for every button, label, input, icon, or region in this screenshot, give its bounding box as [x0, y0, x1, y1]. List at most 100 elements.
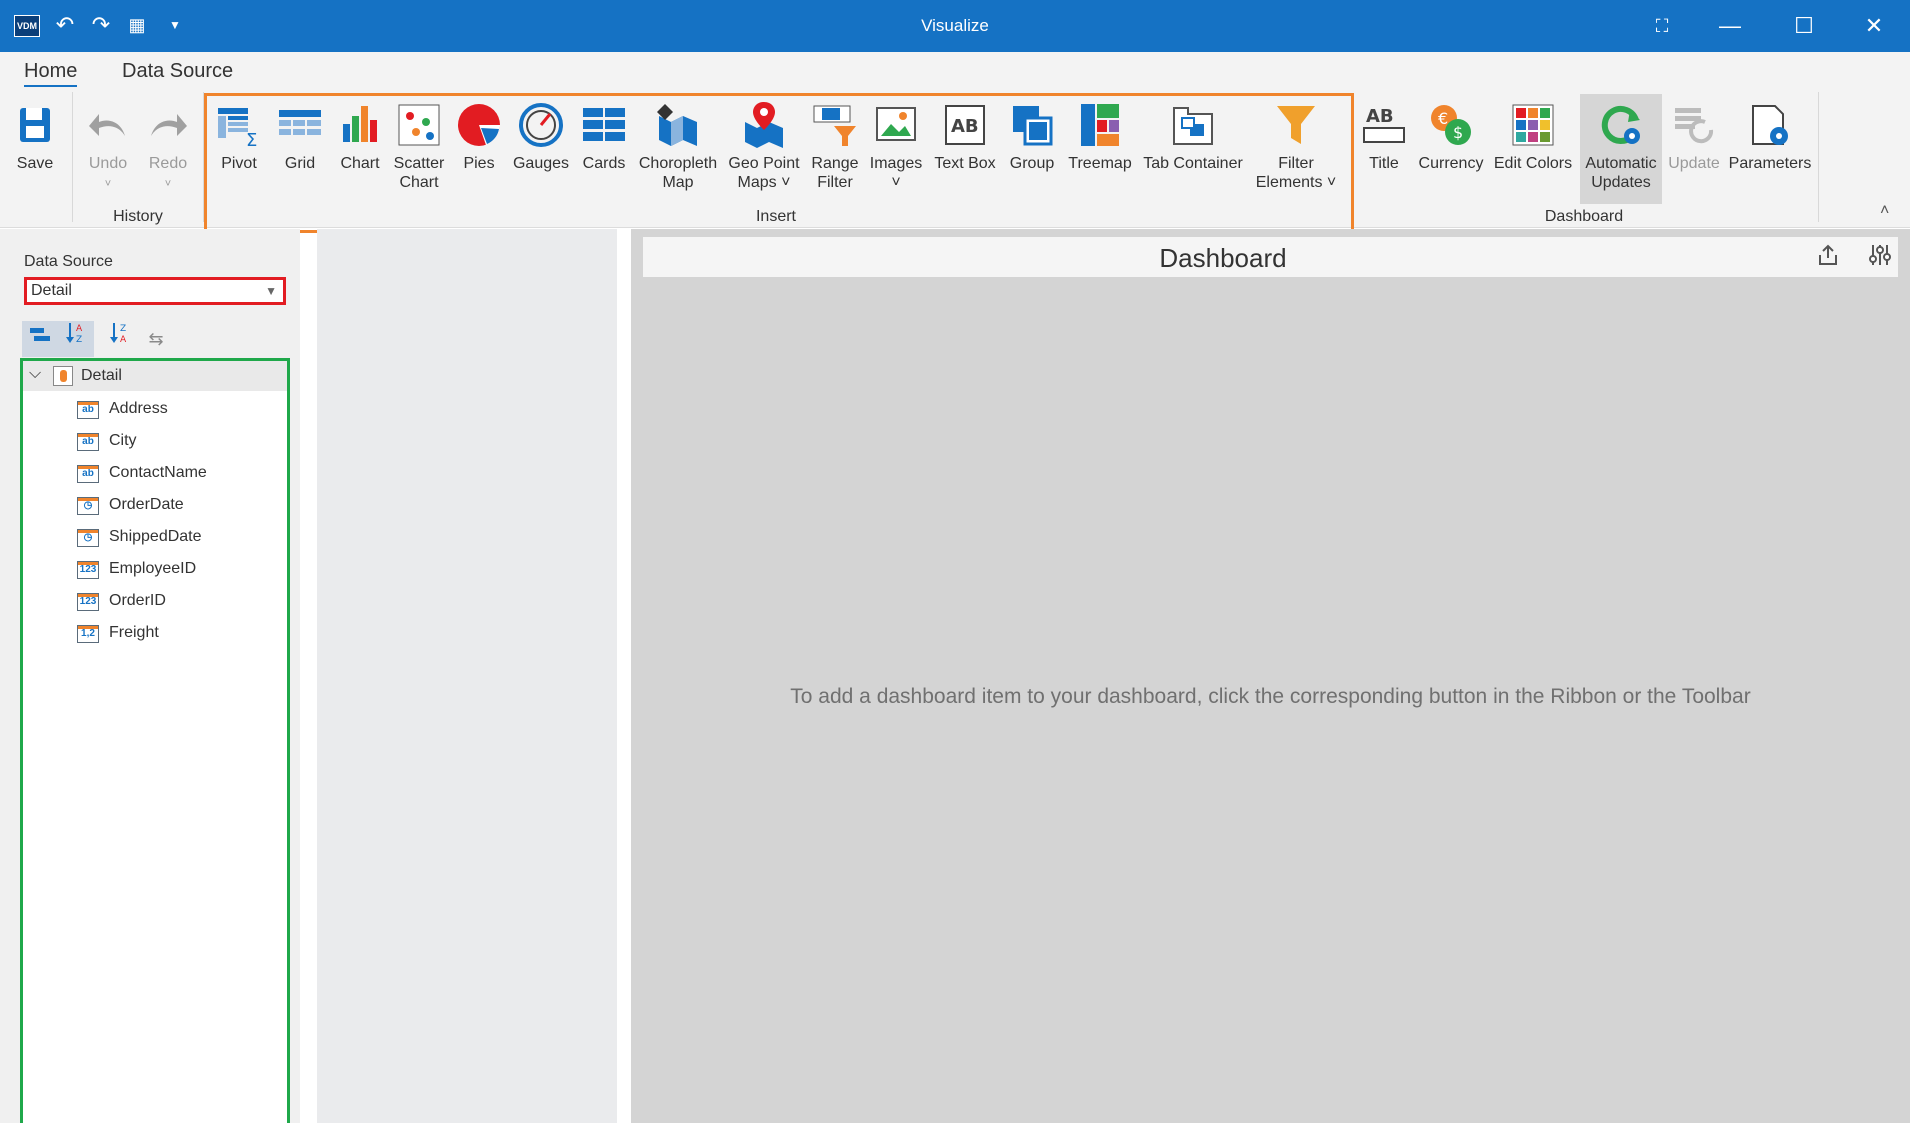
close-button[interactable]: ✕: [1854, 10, 1894, 42]
group-label-dashboard: Dashboard: [1544, 208, 1624, 225]
redo-button[interactable]: Redo ˅: [142, 102, 194, 194]
image-icon: [873, 102, 919, 148]
tree-root-detail[interactable]: ⌵ Detail: [23, 361, 287, 391]
parameters-button[interactable]: Parameters: [1728, 102, 1812, 173]
export-icon[interactable]: [1813, 243, 1843, 273]
pivot-icon: Σ: [216, 102, 262, 151]
save-button[interactable]: Save: [12, 102, 58, 173]
insert-chart-button[interactable]: Chart: [336, 102, 384, 173]
svg-text:Z: Z: [120, 324, 126, 334]
date-field-icon: ◷: [77, 529, 99, 547]
text-field-icon: ab: [77, 433, 99, 451]
color-palette-icon: [1510, 102, 1556, 148]
swap-icon[interactable]: ⇆: [138, 321, 174, 357]
currency-icon: € $: [1428, 102, 1474, 148]
date-field-icon: ◷: [77, 497, 99, 515]
integer-field-icon: 123: [77, 593, 99, 611]
undo-button[interactable]: Undo ˅: [82, 102, 134, 194]
update-button[interactable]: Update: [1666, 102, 1722, 173]
bar-chart-icon: [337, 102, 383, 148]
field-item[interactable]: 123 OrderID: [77, 590, 277, 616]
title-bar: VDM ↶ ↷ ▦ ▼ Visualize ⛶ — ☐ ✕: [0, 0, 1910, 52]
insert-cards-button[interactable]: Cards: [578, 102, 630, 173]
integer-field-icon: 123: [77, 561, 99, 579]
tab-container-icon: [1170, 102, 1216, 148]
group-label-insert: Insert: [755, 208, 796, 225]
insert-gauges-button[interactable]: Gauges: [512, 102, 570, 173]
data-source-icon: [53, 366, 73, 386]
insert-scatter-chart-button[interactable]: Scatter Chart: [392, 102, 446, 192]
insert-pies-button[interactable]: Pies: [454, 102, 504, 173]
title-button[interactable]: AB Title: [1360, 102, 1408, 173]
range-filter-icon: [812, 102, 858, 148]
group-icon: [1009, 102, 1055, 148]
chevron-down-icon[interactable]: ⌵: [29, 365, 41, 383]
data-source-select[interactable]: Detail ▼: [24, 277, 286, 305]
choropleth-map-icon: [655, 102, 701, 148]
grid-icon: [277, 102, 323, 148]
dashboard-title[interactable]: Dashboard: [643, 243, 1803, 274]
insert-choropleth-map-button[interactable]: Choropleth Map: [638, 102, 718, 192]
parameters-icon: [1747, 102, 1793, 148]
automatic-updates-icon: [1598, 102, 1644, 148]
field-item[interactable]: ◷ OrderDate: [77, 494, 277, 520]
title-icon: AB: [1361, 102, 1407, 148]
collapse-ribbon-icon[interactable]: ˄: [1880, 202, 1889, 220]
window-title: Visualize: [921, 16, 989, 35]
insert-group-button[interactable]: Group: [1006, 102, 1058, 173]
group-label-history: History: [113, 208, 163, 225]
insert-range-filter-button[interactable]: Range Filter: [808, 102, 862, 192]
svg-text:$: $: [1453, 123, 1463, 142]
pie-chart-icon: [456, 102, 502, 148]
field-item[interactable]: ab Address: [77, 398, 277, 424]
tab-data-source[interactable]: Data Source: [122, 60, 233, 83]
sort-z-a-icon[interactable]: ZA: [102, 321, 138, 357]
field-item[interactable]: ◷ ShippedDate: [77, 526, 277, 552]
scatter-chart-icon: [396, 102, 442, 148]
text-field-icon: ab: [77, 401, 99, 419]
svg-text:AB: AB: [951, 116, 979, 137]
filter-icon: [1273, 102, 1319, 148]
insert-pivot-button[interactable]: Σ Pivot: [212, 102, 266, 173]
redo-icon: [145, 102, 191, 148]
maximize-button[interactable]: ☐: [1784, 10, 1824, 42]
tab-home[interactable]: Home: [24, 60, 78, 87]
sort-a-z-icon[interactable]: AZ: [58, 321, 94, 357]
svg-text:Z: Z: [76, 335, 82, 345]
field-list: ⌵ Detail ab Address ab City ab ContactNa…: [20, 358, 290, 1123]
ribbon: Home Data Source Save Undo ˅ Redo ˅ Histor…: [0, 52, 1910, 228]
insert-text-box-button[interactable]: AB Text Box: [932, 102, 998, 173]
minimize-button[interactable]: —: [1710, 10, 1750, 42]
automatic-updates-toggle[interactable]: Automatic Updates: [1580, 94, 1662, 204]
svg-text:€: €: [1438, 109, 1448, 128]
field-item[interactable]: 123 EmployeeID: [77, 558, 277, 584]
text-field-icon: ab: [77, 465, 99, 483]
data-source-label: Data Source: [24, 253, 113, 270]
splitter[interactable]: [617, 229, 631, 1123]
svg-text:Σ: Σ: [246, 130, 257, 148]
data-items-pane: [317, 229, 617, 1123]
undo-icon: [85, 102, 131, 148]
svg-text:A: A: [76, 324, 83, 334]
currency-button[interactable]: € $ Currency: [1416, 102, 1486, 173]
insert-images-button[interactable]: Images ˅: [868, 102, 924, 192]
dashboard-surface: Dashboard To add a dashboard item to you…: [631, 229, 1910, 1123]
field-item[interactable]: 1,2 Freight: [77, 622, 277, 648]
insert-geo-point-maps-button[interactable]: Geo Point Maps ˅: [726, 102, 802, 192]
treemap-icon: [1077, 102, 1123, 148]
field-item[interactable]: ab ContactName: [77, 462, 277, 488]
svg-text:AB: AB: [1366, 106, 1394, 127]
insert-grid-button[interactable]: Grid: [276, 102, 324, 173]
fullscreen-icon[interactable]: ⛶: [1642, 10, 1682, 42]
group-by-type-icon[interactable]: [22, 321, 58, 357]
insert-tab-container-button[interactable]: Tab Container: [1140, 102, 1246, 173]
geo-point-map-icon: [741, 102, 787, 148]
field-item[interactable]: ab City: [77, 430, 277, 456]
insert-filter-elements-button[interactable]: Filter Elements ˅: [1250, 102, 1342, 192]
edit-colors-button[interactable]: Edit Colors: [1492, 102, 1574, 173]
parameters-settings-icon[interactable]: [1865, 243, 1895, 273]
data-source-panel: Data Source Detail ▼ AZ ZA ⇆ ⌵ Detail ab…: [0, 229, 300, 1123]
chevron-down-icon: ▼: [265, 284, 277, 298]
decimal-field-icon: 1,2: [77, 625, 99, 643]
insert-treemap-button[interactable]: Treemap: [1066, 102, 1134, 173]
